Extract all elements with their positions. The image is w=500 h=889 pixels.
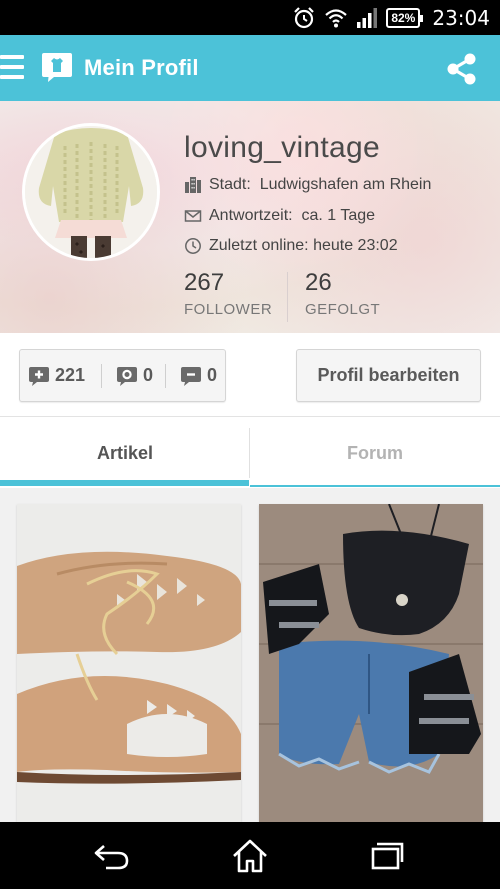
screen: 82% 23:04 Mein Profil loving_vintage Sta… bbox=[0, 0, 500, 889]
response-time-label: Antwortzeit: bbox=[209, 207, 293, 224]
status-clock: 23:04 bbox=[432, 5, 490, 30]
city-value: Ludwigshafen am Rhein bbox=[259, 176, 432, 193]
edit-profile-button[interactable]: Profil bearbeiten bbox=[296, 349, 481, 402]
neutral-count: 0 bbox=[143, 365, 154, 385]
mail-icon bbox=[184, 210, 202, 222]
tab-artikel[interactable]: Artikel bbox=[0, 418, 250, 488]
followers-stat[interactable]: 267 FOLLOWER bbox=[184, 269, 272, 318]
avatar-image bbox=[25, 126, 157, 258]
article-grid bbox=[0, 488, 500, 822]
menu-icon[interactable] bbox=[0, 55, 24, 81]
last-online-value: heute 23:02 bbox=[313, 237, 398, 254]
avatar[interactable] bbox=[22, 123, 160, 261]
home-icon[interactable] bbox=[230, 838, 270, 874]
article-image-outfit bbox=[259, 504, 483, 822]
counter-divider bbox=[165, 364, 166, 388]
rating-counters: 221 0 0 bbox=[19, 349, 226, 402]
wifi-icon bbox=[325, 8, 348, 27]
recents-icon[interactable] bbox=[368, 838, 408, 874]
followers-label: FOLLOWER bbox=[184, 301, 273, 318]
following-label: GEFOLGT bbox=[305, 301, 381, 318]
negative-count: 0 bbox=[207, 365, 218, 385]
building-icon bbox=[185, 177, 201, 193]
stats-divider bbox=[287, 272, 288, 322]
action-bar: 221 0 0 Profil bearbeiten bbox=[0, 333, 500, 417]
response-time-row: Antwortzeit: ca. 1 Tage bbox=[184, 205, 375, 227]
navigation-bar bbox=[0, 822, 500, 889]
city-label: Stadt: bbox=[209, 176, 251, 193]
positive-rating-button[interactable]: 221 bbox=[28, 350, 85, 401]
neutral-rating-button[interactable]: 0 bbox=[116, 350, 153, 401]
tab-underline bbox=[250, 485, 500, 487]
article-image-shoes bbox=[17, 504, 241, 822]
clock-icon bbox=[185, 238, 201, 254]
neutral-bubble-icon bbox=[117, 366, 137, 386]
minus-bubble-icon bbox=[181, 366, 201, 386]
last-online-row: Zuletzt online: heute 23:02 bbox=[184, 235, 398, 257]
followers-count: 267 bbox=[184, 269, 225, 296]
article-card[interactable] bbox=[17, 504, 241, 822]
following-count: 26 bbox=[305, 269, 332, 296]
negative-rating-button[interactable]: 0 bbox=[180, 350, 217, 401]
app-bar: Mein Profil bbox=[0, 35, 500, 101]
back-icon[interactable] bbox=[92, 838, 132, 874]
active-tab-indicator bbox=[0, 480, 249, 486]
article-card[interactable] bbox=[259, 504, 483, 822]
response-time-value: ca. 1 Tage bbox=[301, 207, 376, 224]
share-icon[interactable] bbox=[444, 51, 480, 87]
app-logo-icon[interactable] bbox=[40, 50, 74, 84]
username: loving_vintage bbox=[184, 131, 381, 164]
plus-bubble-icon bbox=[29, 366, 49, 386]
app-title: Mein Profil bbox=[84, 55, 199, 80]
signal-icon bbox=[357, 7, 378, 28]
status-bar: 82% 23:04 bbox=[0, 0, 500, 35]
positive-count: 221 bbox=[55, 365, 86, 385]
tab-bar: Artikel Forum bbox=[0, 418, 500, 488]
battery-icon: 82% bbox=[386, 7, 424, 28]
battery-level: 82% bbox=[391, 10, 416, 25]
city-row: Stadt: Ludwigshafen am Rhein bbox=[184, 174, 431, 196]
status-icons: 82% 23:04 bbox=[292, 0, 490, 35]
alarm-icon bbox=[294, 6, 315, 28]
last-online-label: Zuletzt online: bbox=[209, 237, 309, 254]
counter-divider bbox=[101, 364, 102, 388]
tab-forum[interactable]: Forum bbox=[250, 418, 500, 488]
profile-header: loving_vintage Stadt: Ludwigshafen am Rh… bbox=[0, 101, 500, 333]
following-stat[interactable]: 26 GEFOLGT bbox=[305, 269, 380, 318]
